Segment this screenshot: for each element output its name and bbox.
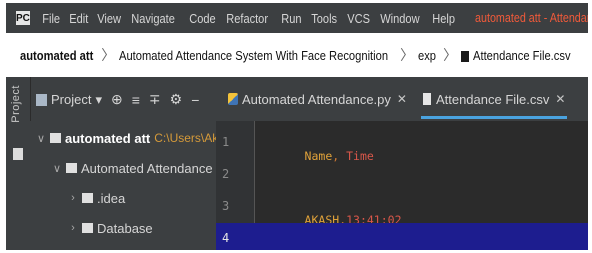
line-number: 3 <box>222 199 230 213</box>
tree-item-automated-attendance-system[interactable]: ∨ Automated Attendance System <box>50 153 216 183</box>
csv-file-icon <box>461 50 470 62</box>
tree-item-label: automated att <box>65 130 151 146</box>
tree-item-root[interactable]: ∨ automated att C:\Users\Akash Si <box>34 123 216 153</box>
gear-icon[interactable]: ⚙ <box>170 91 183 108</box>
menu-vcs[interactable]: VCS <box>343 11 374 26</box>
csv-cell: Name <box>304 149 333 163</box>
folder-icon <box>82 223 93 233</box>
csv-file-icon <box>422 93 431 105</box>
menu-bar: PC File Edit View Navigate Code Refactor… <box>6 3 588 33</box>
line-number: 4 <box>222 231 230 245</box>
tree-item-path: C:\Users\Akash Si <box>154 131 216 145</box>
locate-file-icon[interactable]: ⊕ <box>111 91 123 108</box>
breadcrumb-folder[interactable]: Automated Attendance System With Face Re… <box>119 48 388 63</box>
menu-edit[interactable]: Edit <box>65 11 93 26</box>
menu-help[interactable]: Help <box>428 11 459 26</box>
close-icon[interactable]: ✕ <box>397 92 407 106</box>
pycharm-app-icon[interactable]: PC <box>16 11 30 25</box>
code-line-1: Name, Time <box>263 135 374 177</box>
structure-icon[interactable] <box>13 148 23 160</box>
breadcrumb-separator-icon: 〉 <box>101 47 116 63</box>
project-tool-window-tab[interactable]: Project <box>10 85 22 123</box>
folder-icon <box>50 133 61 143</box>
breadcrumb-project[interactable]: automated att <box>20 48 93 63</box>
window-title: automated att - Attendance File.csv <box>474 11 588 25</box>
chevron-right-icon[interactable]: › <box>66 192 80 204</box>
tree-item-label: Database <box>97 220 153 236</box>
python-file-icon <box>228 93 238 105</box>
project-icon <box>36 93 47 106</box>
tab-automated-attendance-py[interactable]: Automated Attendance.py ✕ <box>220 77 415 121</box>
tab-label: Automated Attendance.py <box>242 91 391 107</box>
chevron-down-icon[interactable]: ▾ <box>95 92 102 108</box>
menu-code[interactable]: Code <box>185 11 220 26</box>
current-line-highlight[interactable]: 4 <box>216 223 588 250</box>
csv-cell: Time <box>339 149 374 163</box>
editor-tabs: Automated Attendance.py ✕ Attendance Fil… <box>220 77 573 121</box>
line-number: 2 <box>222 167 230 181</box>
project-tree: ∨ automated att C:\Users\Akash Si ∨ Auto… <box>30 121 216 250</box>
menu-navigate[interactable]: Navigate <box>127 11 179 26</box>
menu-run[interactable]: Run <box>277 11 306 26</box>
tree-item-idea[interactable]: › .idea <box>66 183 125 213</box>
breadcrumb-exp[interactable]: exp <box>418 48 436 63</box>
ide-window: PC File Edit View Navigate Code Refactor… <box>6 3 588 250</box>
tree-item-label: .idea <box>97 190 126 206</box>
folder-icon <box>82 193 93 203</box>
hide-panel-icon[interactable]: − <box>191 92 199 108</box>
close-icon[interactable]: ✕ <box>555 92 565 106</box>
project-view-header: Project ▾ ⊕ ≡ ∓ ⚙ − <box>36 91 199 108</box>
tree-item-label: Automated Attendance System <box>81 160 216 176</box>
menu-view[interactable]: View <box>93 11 125 26</box>
expand-all-icon[interactable]: ≡ <box>132 92 140 108</box>
breadcrumb-separator-icon: 〉 <box>443 47 458 63</box>
menu-file[interactable]: File <box>38 11 64 26</box>
chevron-right-icon[interactable]: › <box>66 222 80 234</box>
menu-tools[interactable]: Tools <box>307 11 341 26</box>
tree-item-database[interactable]: › Database <box>66 213 153 243</box>
project-view-dropdown[interactable]: Project <box>51 92 91 107</box>
menu-window[interactable]: Window <box>376 11 424 26</box>
line-number: 1 <box>222 135 230 149</box>
breadcrumb: automated att 〉 Automated Attendance Sys… <box>6 33 588 77</box>
menu-refactor[interactable]: Refactor <box>222 11 272 26</box>
breadcrumb-file[interactable]: Attendance File.csv <box>473 48 571 63</box>
chevron-down-icon[interactable]: ∨ <box>50 162 64 175</box>
breadcrumb-separator-icon: 〉 <box>400 47 415 63</box>
tab-attendance-file-csv[interactable]: Attendance File.csv ✕ <box>415 77 574 121</box>
collapse-all-icon[interactable]: ∓ <box>149 91 161 108</box>
chevron-down-icon[interactable]: ∨ <box>34 132 48 145</box>
folder-icon <box>66 163 77 173</box>
tab-label: Attendance File.csv <box>435 91 550 107</box>
